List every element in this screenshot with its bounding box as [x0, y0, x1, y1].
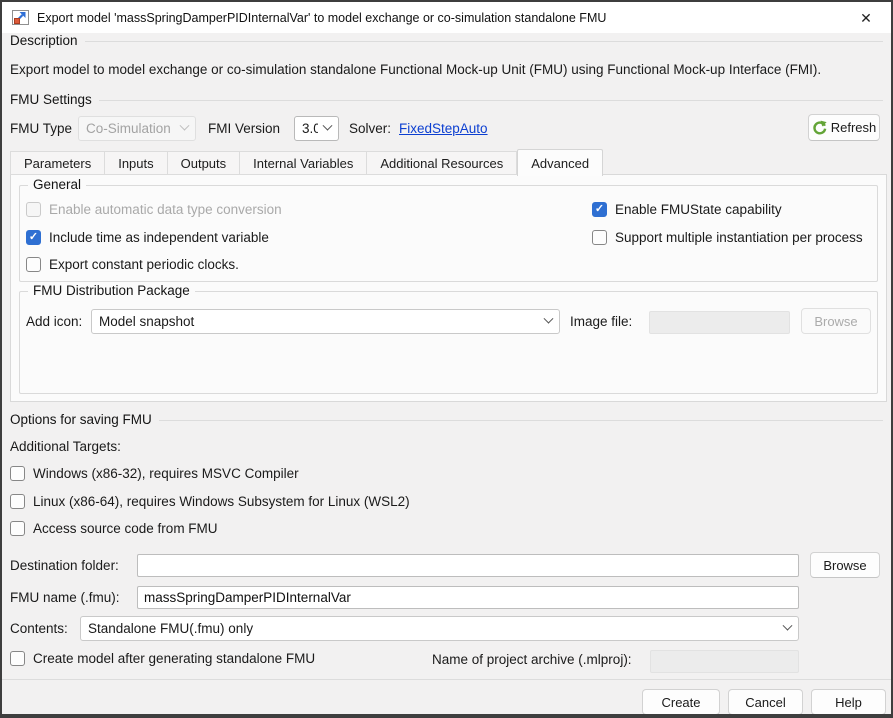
footer-divider — [2, 679, 891, 680]
project-archive-input — [650, 650, 799, 673]
checkbox-icon — [10, 521, 25, 536]
advanced-tab-panel: General Enable automatic data type conve… — [10, 174, 887, 402]
additional-targets-label: Additional Targets: — [10, 439, 121, 454]
checkbox-icon — [26, 202, 41, 217]
tab-additional-resources[interactable]: Additional Resources — [367, 151, 517, 175]
tab-outputs[interactable]: Outputs — [168, 151, 241, 175]
checkbox-icon — [26, 230, 41, 245]
checkbox-include-time-independent[interactable]: Include time as independent variable — [26, 230, 269, 245]
tab-advanced[interactable]: Advanced — [517, 149, 603, 176]
checkbox-icon — [10, 466, 25, 481]
checkbox-multiple-instantiation[interactable]: Support multiple instantiation per proce… — [592, 230, 863, 245]
export-model-icon — [12, 10, 29, 25]
description-text: Export model to model exchange or co-sim… — [10, 62, 821, 77]
checkbox-icon — [26, 257, 41, 272]
export-fmu-dialog: Export model 'massSpringDamperPIDInterna… — [0, 0, 893, 718]
chevron-down-icon — [783, 621, 793, 631]
add-icon-select[interactable]: Model snapshot — [91, 309, 560, 334]
fmu-name-label: FMU name (.fmu): — [10, 584, 120, 611]
contents-label: Contents: — [10, 615, 68, 642]
checkbox-target-linux-x86-64[interactable]: Linux (x86-64), requires Windows Subsyst… — [10, 494, 410, 509]
project-archive-label: Name of project archive (.mlproj): — [432, 652, 632, 667]
image-file-label: Image file: — [570, 308, 632, 335]
checkbox-access-source-code[interactable]: Access source code from FMU — [10, 521, 218, 536]
fmu-type-label: FMU Type — [10, 115, 72, 142]
options-saving-header: Options for saving FMU — [10, 412, 883, 427]
add-icon-label: Add icon: — [26, 308, 82, 335]
settings-tab-bar: Parameters Inputs Outputs Internal Varia… — [10, 148, 603, 175]
description-header: Description — [10, 33, 883, 48]
solver-label: Solver: — [349, 115, 391, 142]
close-icon[interactable]: ✕ — [855, 7, 877, 29]
help-button[interactable]: Help — [811, 689, 886, 715]
title-bar: Export model 'massSpringDamperPIDInterna… — [2, 2, 891, 33]
fmu-type-select: Co-Simulation — [78, 116, 196, 141]
fmi-version-label: FMI Version — [208, 115, 280, 142]
chevron-down-icon — [544, 314, 554, 324]
fmu-settings-header: FMU Settings — [10, 92, 883, 107]
checkbox-auto-data-type-conversion[interactable]: Enable automatic data type conversion — [26, 202, 282, 217]
create-button[interactable]: Create — [642, 689, 720, 715]
destination-folder-label: Destination folder: — [10, 552, 119, 579]
fmi-version-select[interactable]: 3.0 — [294, 116, 339, 141]
checkbox-create-model-after[interactable]: Create model after generating standalone… — [10, 651, 315, 666]
tab-internal-variables[interactable]: Internal Variables — [240, 151, 367, 175]
checkbox-export-periodic-clocks[interactable]: Export constant periodic clocks. — [26, 257, 239, 272]
window-title: Export model 'massSpringDamperPIDInterna… — [37, 11, 606, 25]
destination-folder-input[interactable] — [137, 554, 799, 577]
chevron-down-icon — [180, 121, 190, 131]
chevron-down-icon — [323, 121, 333, 131]
checkbox-icon — [592, 230, 607, 245]
image-browse-button: Browse — [801, 308, 871, 334]
refresh-icon — [812, 120, 827, 135]
checkbox-icon — [10, 494, 25, 509]
checkbox-icon — [592, 202, 607, 217]
tab-parameters[interactable]: Parameters — [10, 151, 105, 175]
refresh-button[interactable]: Refresh — [808, 114, 880, 141]
tab-inputs[interactable]: Inputs — [105, 151, 167, 175]
contents-select[interactable]: Standalone FMU(.fmu) only — [80, 616, 799, 641]
image-file-input — [649, 311, 790, 334]
cancel-button[interactable]: Cancel — [728, 689, 803, 715]
general-groupbox: General Enable automatic data type conve… — [19, 185, 878, 282]
checkbox-icon — [10, 651, 25, 666]
checkbox-target-windows-x86-32[interactable]: Windows (x86-32), requires MSVC Compiler — [10, 466, 299, 481]
checkbox-fmustate-capability[interactable]: Enable FMUState capability — [592, 202, 782, 217]
fmu-distribution-groupbox: FMU Distribution Package Add icon: Model… — [19, 291, 878, 394]
fmu-name-input[interactable] — [137, 586, 799, 609]
solver-link[interactable]: FixedStepAuto — [399, 121, 488, 136]
destination-browse-button[interactable]: Browse — [810, 552, 880, 578]
